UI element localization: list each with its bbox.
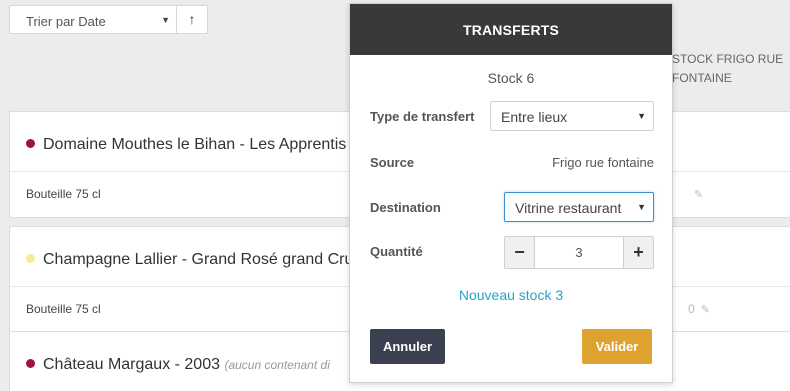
destination-row: Destination Vitrine restaurant ▼ [370, 192, 654, 224]
product-format: Bouteille 75 cl [26, 302, 101, 316]
transfer-modal: TRANSFERTS Stock 6 Type de transfert Ent… [349, 3, 673, 383]
quantity-input[interactable]: 3 [535, 237, 623, 268]
quantity-stepper: − 3 + [504, 236, 654, 269]
product-name: Château Margaux - 2003 [43, 356, 220, 373]
transfer-type-row: Type de transfert Entre lieux ▼ [370, 101, 654, 133]
modal-subtitle: Stock 6 [487, 70, 535, 86]
chevron-down-icon: ▼ [161, 15, 170, 25]
modal-title: TRANSFERTS [350, 4, 672, 55]
stock-value: 0 [688, 302, 695, 316]
quantity-label: Quantité [370, 244, 423, 259]
transfer-type-select[interactable]: Entre lieux ▼ [490, 101, 654, 131]
confirm-button[interactable]: Valider [582, 329, 652, 364]
quantity-row: Quantité − 3 + [370, 236, 654, 270]
arrow-up-icon: ↑ [188, 11, 196, 27]
transfer-type-label: Type de transfert [370, 109, 475, 124]
sort-select[interactable]: Trier par Date ▼ [9, 5, 177, 34]
chevron-down-icon: ▼ [637, 202, 646, 212]
sort-direction-button[interactable]: ↑ [177, 5, 208, 34]
quantity-decrement-button[interactable]: − [505, 237, 535, 268]
destination-label: Destination [370, 200, 441, 215]
source-value: Frigo rue fontaine [552, 155, 654, 170]
product-format: Bouteille 75 cl [26, 187, 101, 201]
destination-select[interactable]: Vitrine restaurant ▼ [504, 192, 654, 222]
destination-value: Vitrine restaurant [515, 200, 622, 216]
pencil-icon[interactable]: ✎ [701, 304, 710, 316]
wine-color-dot [26, 359, 35, 368]
product-name: Domaine Mouthes le Bihan - Les Apprentis [43, 136, 347, 153]
transfer-type-value: Entre lieux [501, 109, 568, 125]
pencil-icon[interactable]: ✎ [694, 189, 703, 201]
sort-select-value: Trier par Date [26, 14, 106, 29]
source-label: Source [370, 155, 415, 170]
cancel-button[interactable]: Annuler [370, 329, 445, 364]
wine-color-dot [26, 254, 35, 263]
stock-cell[interactable]: 0 ✎ [670, 298, 720, 320]
quantity-increment-button[interactable]: + [623, 237, 653, 268]
new-stock-link[interactable]: Nouveau stock 3 [350, 287, 672, 303]
product-note: (aucun contenant di [224, 358, 330, 372]
wine-color-dot [26, 139, 35, 148]
source-row: Source Frigo rue fontaine [370, 147, 654, 179]
stock-cell[interactable]: ✎ [670, 183, 720, 205]
column-header-stock: STOCK FRIGO RUE FONTAINE [672, 52, 784, 85]
chevron-down-icon: ▼ [637, 111, 646, 121]
product-name: Champagne Lallier - Grand Rosé grand Cru [43, 251, 354, 268]
